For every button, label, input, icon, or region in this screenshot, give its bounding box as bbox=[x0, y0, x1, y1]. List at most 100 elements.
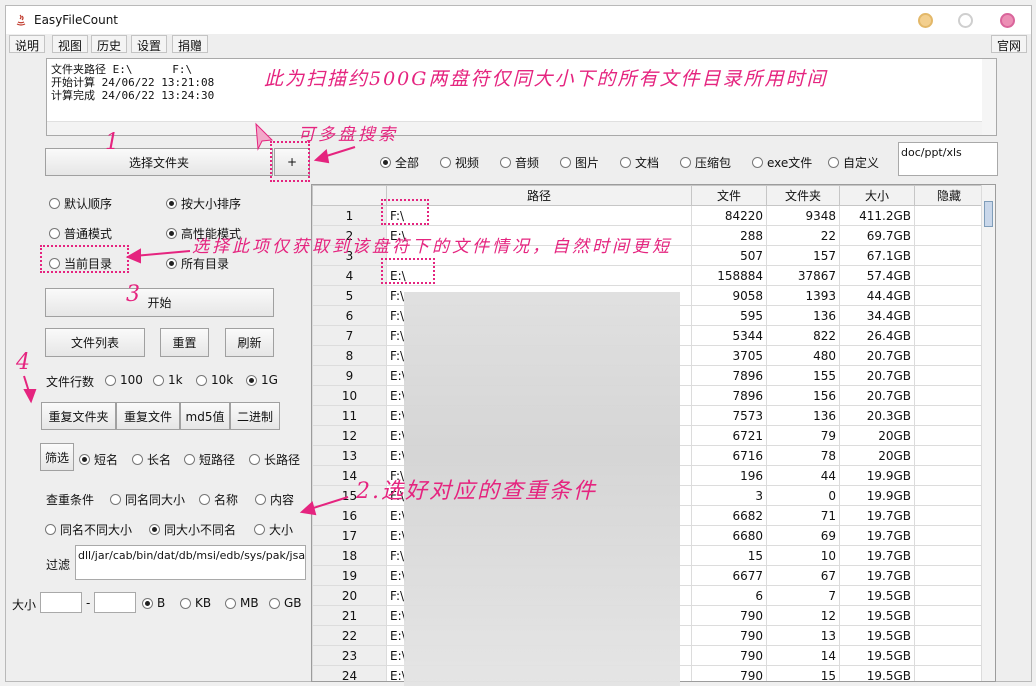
scope-all-radio[interactable]: 所有目录 bbox=[166, 255, 229, 272]
cond-size-radio[interactable]: 大小 bbox=[254, 521, 293, 538]
type-exe-radio[interactable]: exe文件 bbox=[752, 154, 812, 171]
row-folders: 156 bbox=[766, 385, 840, 406]
annotation-scan-time: 此为扫描约500G两盘符仅同大小下的所有文件目录所用时间 bbox=[264, 68, 828, 90]
row-files: 9058 bbox=[691, 285, 767, 306]
row-files: 790 bbox=[691, 645, 767, 666]
sort-default-radio[interactable]: 默认顺序 bbox=[49, 195, 112, 212]
header-path[interactable]: 路径 bbox=[386, 185, 692, 206]
menu-settings[interactable]: 设置 bbox=[131, 35, 168, 53]
duplicate-file-button[interactable]: 重复文件 bbox=[116, 402, 180, 430]
close-button[interactable] bbox=[1000, 13, 1015, 28]
row-index: 23 bbox=[312, 645, 387, 666]
type-custom-radio[interactable]: 自定义 bbox=[828, 154, 879, 171]
cond-same-name-size-radio[interactable]: 同名同大小 bbox=[110, 491, 185, 508]
type-all-radio[interactable]: 全部 bbox=[380, 154, 419, 171]
cond-name-radio[interactable]: 名称 bbox=[199, 491, 238, 508]
exclude-extensions-input[interactable]: dll/jar/cab/bin/dat/db/msi/edb/sys/pak/j… bbox=[75, 545, 306, 580]
lines-100-radio[interactable]: 100 bbox=[105, 373, 143, 387]
size-max-input[interactable] bbox=[94, 592, 136, 613]
type-document-radio[interactable]: 文档 bbox=[620, 154, 659, 171]
menu-website[interactable]: 官网 bbox=[991, 35, 1028, 53]
info-line-end: 计算完成 24/06/22 13:24:30 bbox=[51, 89, 215, 102]
custom-type-input[interactable]: doc/ppt/xls bbox=[898, 142, 998, 176]
unit-mb-radio[interactable]: MB bbox=[225, 596, 259, 610]
menu-donate[interactable]: 捐赠 bbox=[172, 35, 209, 53]
row-index: 9 bbox=[312, 365, 387, 386]
scroll-thumb[interactable] bbox=[984, 201, 993, 227]
size-min-input[interactable] bbox=[40, 592, 82, 613]
row-files: 790 bbox=[691, 605, 767, 626]
info-horizontal-scrollbar[interactable] bbox=[47, 121, 996, 135]
row-folders: 136 bbox=[766, 405, 840, 426]
maximize-button[interactable] bbox=[958, 13, 973, 28]
dup-condition-label: 查重条件 bbox=[46, 493, 95, 507]
header-size[interactable]: 大小 bbox=[839, 185, 915, 206]
menu-bar: 说明 视图 历史 设置 捐赠 官网 bbox=[6, 34, 1031, 54]
lines-1g-radio[interactable]: 1G bbox=[246, 373, 278, 387]
header-folders[interactable]: 文件夹 bbox=[766, 185, 840, 206]
unit-gb-radio[interactable]: GB bbox=[269, 596, 302, 610]
row-files: 7573 bbox=[691, 405, 767, 426]
row-size: 19.5GB bbox=[839, 605, 915, 626]
type-image-radio[interactable]: 图片 bbox=[560, 154, 599, 171]
row-size: 20.7GB bbox=[839, 345, 915, 366]
row-hidden bbox=[914, 625, 984, 646]
unit-b-radio[interactable]: B bbox=[142, 596, 165, 610]
cond-same-name-diff-size-radio[interactable]: 同名不同大小 bbox=[45, 521, 132, 538]
row-index: 8 bbox=[312, 345, 387, 366]
info-vertical-scrollbar[interactable] bbox=[982, 59, 996, 135]
minimize-button[interactable] bbox=[918, 13, 933, 28]
row-size: 26.4GB bbox=[839, 325, 915, 346]
refresh-button[interactable]: 刷新 bbox=[225, 328, 274, 357]
row-folders: 71 bbox=[766, 505, 840, 526]
reset-button[interactable]: 重置 bbox=[160, 328, 209, 357]
type-archive-radio[interactable]: 压缩包 bbox=[680, 154, 731, 171]
row-hidden bbox=[914, 665, 984, 681]
header-hidden[interactable]: 隐藏 bbox=[914, 185, 984, 206]
duplicate-folder-button[interactable]: 重复文件夹 bbox=[41, 402, 116, 430]
path-long-radio[interactable]: 长路径 bbox=[249, 451, 300, 468]
row-size: 34.4GB bbox=[839, 305, 915, 326]
row-hidden bbox=[914, 645, 984, 666]
menu-history[interactable]: 历史 bbox=[91, 35, 128, 53]
size-dash: - bbox=[86, 596, 91, 610]
row-size: 67.1GB bbox=[839, 245, 915, 266]
row-files: 196 bbox=[691, 465, 767, 486]
binary-button[interactable]: 二进制 bbox=[230, 402, 280, 430]
row-index: 7 bbox=[312, 325, 387, 346]
row-hidden bbox=[914, 545, 984, 566]
row-hidden bbox=[914, 445, 984, 466]
file-list-button[interactable]: 文件列表 bbox=[45, 328, 145, 357]
select-folder-button[interactable]: 选择文件夹 bbox=[45, 148, 273, 176]
filter-button[interactable]: 筛选 bbox=[40, 443, 74, 471]
name-short-radio[interactable]: 短名 bbox=[79, 451, 118, 468]
row-hidden bbox=[914, 205, 984, 226]
cond-content-radio[interactable]: 内容 bbox=[255, 491, 294, 508]
sort-by-size-radio[interactable]: 按大小排序 bbox=[166, 195, 241, 212]
lines-10k-radio[interactable]: 10k bbox=[196, 373, 233, 387]
header-index[interactable] bbox=[312, 185, 387, 206]
row-size: 20.7GB bbox=[839, 365, 915, 386]
row-hidden bbox=[914, 285, 984, 306]
row-folders: 22 bbox=[766, 225, 840, 246]
menu-view[interactable]: 视图 bbox=[52, 35, 89, 53]
window-title: EasyFileCount bbox=[34, 13, 119, 27]
type-audio-radio[interactable]: 音频 bbox=[500, 154, 539, 171]
md5-button[interactable]: md5值 bbox=[180, 402, 230, 430]
row-hidden bbox=[914, 605, 984, 626]
type-video-radio[interactable]: 视频 bbox=[440, 154, 479, 171]
table-vertical-scrollbar[interactable] bbox=[981, 185, 995, 681]
path-short-radio[interactable]: 短路径 bbox=[184, 451, 235, 468]
menu-help[interactable]: 说明 bbox=[9, 35, 46, 53]
row-folders: 67 bbox=[766, 565, 840, 586]
header-files[interactable]: 文件 bbox=[691, 185, 767, 206]
row-index: 12 bbox=[312, 425, 387, 446]
unit-kb-radio[interactable]: KB bbox=[180, 596, 211, 610]
row-folders: 14 bbox=[766, 645, 840, 666]
lines-1k-radio[interactable]: 1k bbox=[153, 373, 183, 387]
name-long-radio[interactable]: 长名 bbox=[132, 451, 171, 468]
mode-normal-radio[interactable]: 普通模式 bbox=[49, 225, 112, 242]
start-button[interactable]: 开始 bbox=[45, 288, 274, 317]
cond-same-size-diff-name-radio[interactable]: 同大小不同名 bbox=[149, 521, 236, 538]
file-lines-label: 文件行数 bbox=[46, 375, 95, 389]
